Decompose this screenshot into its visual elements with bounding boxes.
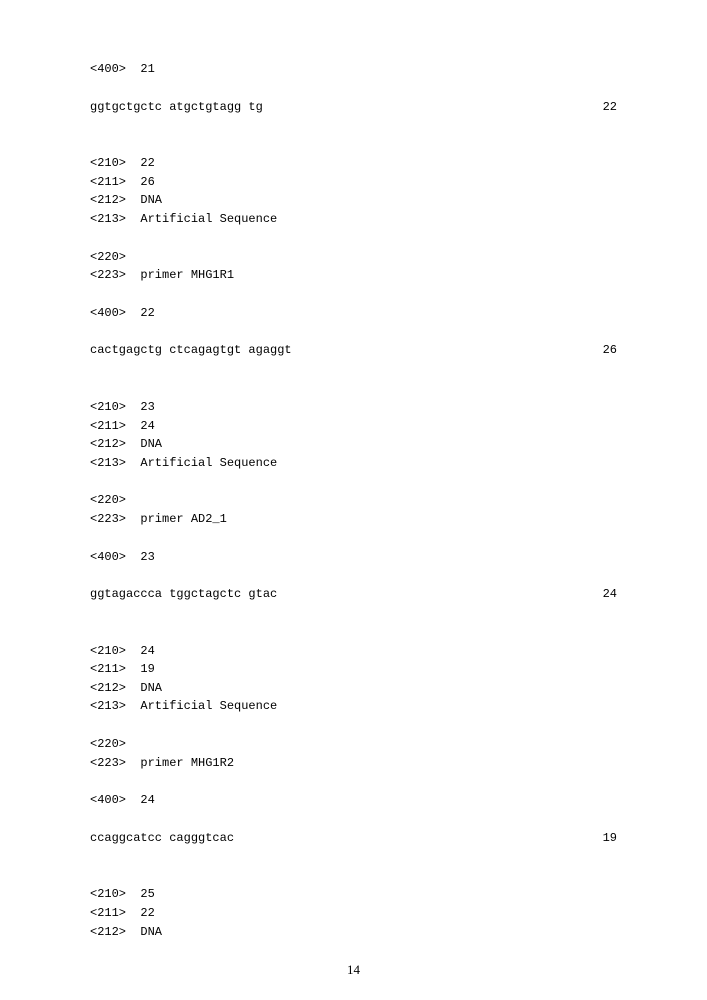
text-line: <220> [90, 248, 617, 267]
text-line: <220> [90, 735, 617, 754]
text-line: <223> primer AD2_1 [90, 510, 617, 529]
text-line: <210> 23 [90, 398, 617, 417]
text-block: <400> 23 [90, 548, 617, 567]
text-line: <213> Artificial Sequence [90, 454, 617, 473]
sequence-text: ggtagaccca tggctagctc gtac [90, 585, 277, 604]
text-line: <213> Artificial Sequence [90, 210, 617, 229]
text-block: <220><223> primer MHG1R2 [90, 735, 617, 772]
text-block: <210> 25<211> 22<212> DNA [90, 885, 617, 941]
sequence-length: 19 [603, 829, 617, 848]
text-line: <220> [90, 491, 617, 510]
text-line: <223> primer MHG1R2 [90, 754, 617, 773]
sequence-length: 26 [603, 341, 617, 360]
text-line: <211> 19 [90, 660, 617, 679]
text-line: <211> 26 [90, 173, 617, 192]
sequence-line: ccaggcatcc cagggtcac 19 [90, 829, 617, 848]
sequence-line: ggtagaccca tggctagctc gtac 24 [90, 585, 617, 604]
text-block: <220><223> primer AD2_1 [90, 491, 617, 528]
text-block: <210> 22<211> 26<212> DNA<213> Artificia… [90, 154, 617, 228]
text-line: <211> 22 [90, 904, 617, 923]
text-line: <210> 22 [90, 154, 617, 173]
text-line: <212> DNA [90, 191, 617, 210]
text-block: <220><223> primer MHG1R1 [90, 248, 617, 285]
text-block: <210> 24<211> 19<212> DNA<213> Artificia… [90, 642, 617, 716]
text-line: <400> 24 [90, 791, 617, 810]
text-block: <400> 22 [90, 304, 617, 323]
sequence-listing: <400> 21 ggtgctgctc atgctgtagg tg 22 <210> … [90, 60, 617, 941]
text-block: <400> 21 [90, 60, 617, 79]
text-line: <210> 24 [90, 642, 617, 661]
text-line: <400> 23 [90, 548, 617, 567]
text-line: <212> DNA [90, 923, 617, 942]
text-line: <223> primer MHG1R1 [90, 266, 617, 285]
text-line: <211> 24 [90, 417, 617, 436]
text-block: <210> 23<211> 24<212> DNA<213> Artificia… [90, 398, 617, 472]
text-line: <213> Artificial Sequence [90, 697, 617, 716]
sequence-line: cactgagctg ctcagagtgt agaggt 26 [90, 341, 617, 360]
sequence-length: 24 [603, 585, 617, 604]
sequence-text: ccaggcatcc cagggtcac [90, 829, 234, 848]
sequence-text: ggtgctgctc atgctgtagg tg [90, 98, 263, 117]
text-block: <400> 24 [90, 791, 617, 810]
text-line: <212> DNA [90, 435, 617, 454]
page-number: 14 [90, 960, 617, 980]
text-line: <210> 25 [90, 885, 617, 904]
sequence-line: ggtgctgctc atgctgtagg tg 22 [90, 98, 617, 117]
text-line: <400> 22 [90, 304, 617, 323]
text-line: <212> DNA [90, 679, 617, 698]
sequence-text: cactgagctg ctcagagtgt agaggt [90, 341, 292, 360]
text-line: <400> 21 [90, 60, 617, 79]
sequence-length: 22 [603, 98, 617, 117]
